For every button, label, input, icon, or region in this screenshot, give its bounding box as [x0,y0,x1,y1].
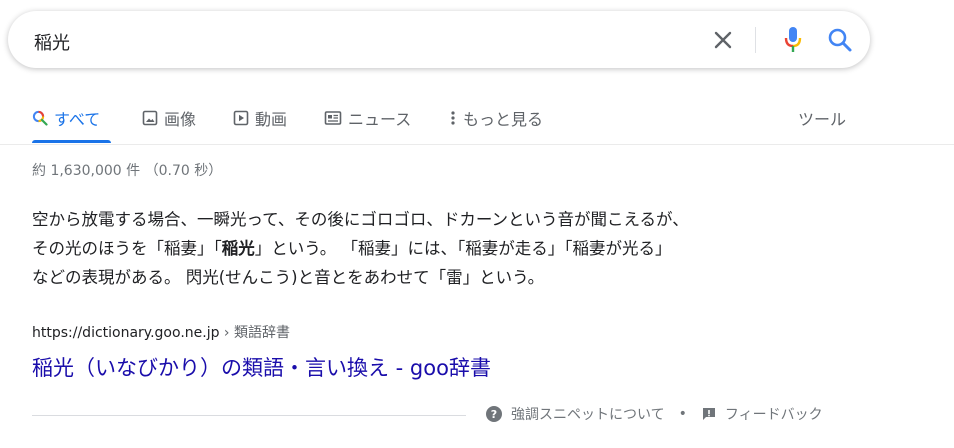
footer-separator: • [678,406,687,422]
tab-images[interactable]: 画像 [142,106,196,130]
more-vert-icon [451,111,455,125]
image-icon [142,110,158,126]
feedback-icon [702,408,715,420]
snippet-text: その光のほうを「稲妻」「 [32,239,222,258]
tab-videos[interactable]: 動画 [233,106,287,130]
search-input[interactable]: 稲光 [34,29,70,55]
search-button[interactable] [825,25,855,55]
search-tabs: すべて 画像 動画 ニュース もっと見る ツール [0,96,954,146]
tab-label: 動画 [255,110,288,129]
tab-more[interactable]: もっと見る [449,106,543,130]
snippet-highlight: 稲光 [221,239,255,258]
feedback-label: フィードバック [724,407,823,423]
result-domain: https://dictionary.goo.ne.jp [32,325,220,341]
result-url[interactable]: https://dictionary.goo.ne.jp › 類語辞書 [32,322,290,342]
tab-all[interactable]: すべて [32,106,100,130]
help-icon: ? [486,406,502,422]
search-icon [32,110,48,126]
feedback-button[interactable]: フィードバック [701,404,823,424]
result-title-link[interactable]: 稲光（いなびかり）の類語・言い換え - goo辞書 [32,352,491,382]
footer-divider [32,415,466,416]
search-icon [828,28,852,52]
snippet-footer: ? 強調スニペットについて • フィードバック [485,404,823,424]
tab-label: すべて [54,110,101,129]
active-tab-indicator [32,140,111,143]
featured-snippet: 空から放電する場合、一瞬光って、その後にゴロゴロ、ドカーンという音が聞こえるが、… [32,205,852,292]
snippet-line: 空から放電する場合、一瞬光って、その後にゴロゴロ、ドカーンという音が聞こえるが、 [32,210,689,229]
clear-search-button[interactable] [710,27,736,53]
close-icon [714,31,732,49]
about-snippets-label: 強調スニペットについて [511,407,665,423]
snippet-text: 」という。 「稲妻」には、「稲妻が走る」「稲妻が光る」 [254,239,672,258]
search-bar: 稲光 [8,11,870,68]
tab-label: 画像 [164,110,197,129]
snippet-line: などの表現がある。 閃光(せんこう)と音とをあわせて「雷」という。 [32,268,545,287]
snippet-line: その光のほうを「稲妻」「稲光」という。 「稲妻」には、「稲妻が走る」「稲妻が光る… [32,234,852,263]
tabs-divider [0,144,954,145]
result-breadcrumb: › 類語辞書 [219,325,290,341]
microphone-icon [784,27,802,52]
about-snippets-button[interactable]: ? 強調スニペットについて [485,404,665,424]
video-icon [233,110,249,126]
tab-label: もっと見る [463,110,544,129]
voice-search-button[interactable] [778,25,808,55]
result-stats: 約 1,630,000 件 （0.70 秒） [32,163,223,179]
tab-news[interactable]: ニュース [324,106,411,130]
tools-button[interactable]: ツール [798,106,846,130]
search-bar-divider [755,27,756,53]
tab-label: ニュース [348,110,412,129]
news-icon [324,111,342,125]
svg-text:?: ? [491,408,497,421]
